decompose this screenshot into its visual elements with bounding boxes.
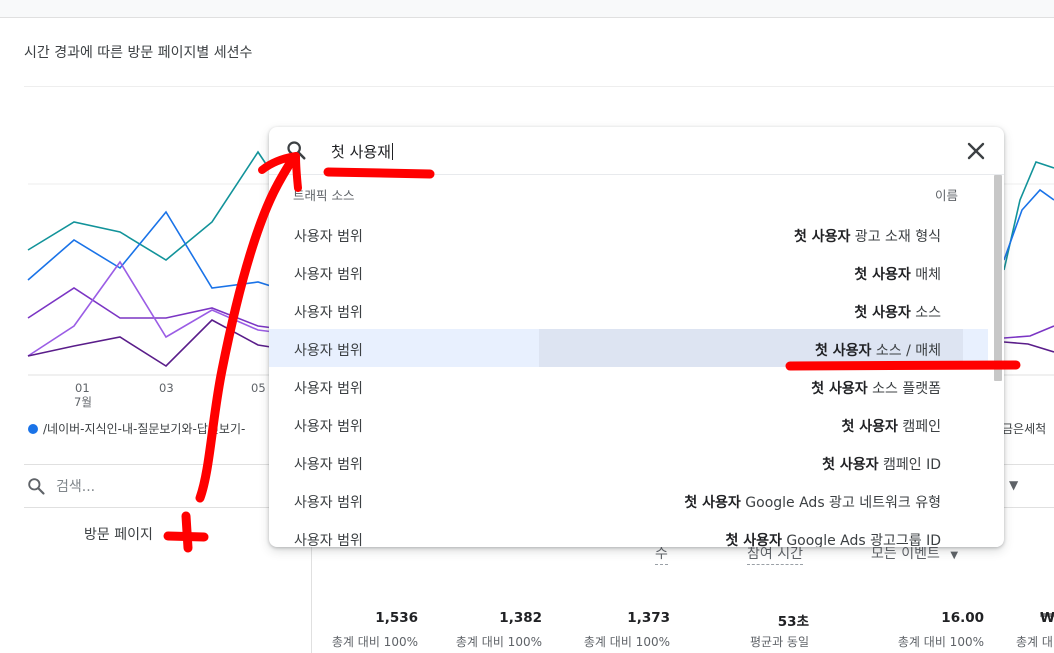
total-sub: 총계 대비 100% [897, 635, 984, 649]
option-category: 사용자 범위 [294, 419, 363, 435]
x-tick-label: 01 [75, 381, 90, 395]
option-category: 사용자 범위 [294, 495, 363, 511]
option-name: 첫 사용자 소스 플랫폼 [811, 381, 941, 397]
option-name: 첫 사용자 매체 [854, 267, 941, 283]
chart-legend[interactable]: /네이버-지식인-내-질문보기와-답변보기- [28, 420, 245, 437]
metric-header-label: 모든 이벤트 [871, 546, 940, 562]
option-name: 첫 사용자 캠페인 [841, 419, 942, 435]
legend-label-right: 금은세척 [1002, 422, 1047, 436]
table-search-input[interactable]: 검색... [56, 476, 95, 496]
total-sub: 총계 대비 100% [331, 635, 418, 649]
option-category: 사용자 범위 [294, 343, 363, 359]
dropdown-option[interactable]: 사용자 범위 첫 사용자 Google Ads 광고그룹 ID [269, 519, 988, 547]
dropdown-option[interactable]: 사용자 범위 첫 사용자 매체 [269, 253, 988, 291]
dropdown-option[interactable]: 사용자 범위 첫 사용자 Google Ads 광고 네트워크 유형 [269, 481, 988, 519]
series-line-3 [27, 287, 291, 331]
dimension-search-dropdown: 첫 사용재 트래픽 소스 이름 사용자 범위 첫 사용자 광고 소재 형식 사용자… [269, 127, 1004, 547]
total-value: 1,373 [627, 610, 670, 626]
series-line-right-3 [1003, 325, 1054, 339]
dropdown-option[interactable]: 사용자 범위 첫 사용자 광고 소재 형식 [269, 215, 988, 253]
annotation-plus-mark [181, 511, 193, 553]
dropdown-option-highlighted[interactable]: 사용자 범위 첫 사용자 소스 / 매체 [269, 329, 988, 367]
dropdown-scrollbar[interactable] [993, 175, 1003, 547]
x-tick-label: 05 [251, 381, 266, 395]
dropdown-search-input[interactable]: 첫 사용재 [331, 141, 393, 162]
dropdown-column-header: 트래픽 소스 이름 [269, 179, 987, 207]
total-value: 53초 [777, 614, 809, 630]
series-line-1 [27, 150, 291, 261]
option-name: 첫 사용자 Google Ads 광고그룹 ID [725, 533, 941, 547]
option-name: 첫 사용자 소스 [854, 305, 941, 321]
option-name: 첫 사용자 광고 소재 형식 [793, 229, 941, 245]
dropdown-option[interactable]: 사용자 범위 첫 사용자 소스 [269, 291, 988, 329]
total-value: 16.00 [941, 610, 984, 626]
chevron-down-icon[interactable]: ▼ [1009, 478, 1018, 492]
option-category: 사용자 범위 [294, 229, 363, 245]
option-name: 첫 사용자 Google Ads 광고 네트워크 유형 [684, 495, 941, 511]
annotation-plus-mark [163, 531, 209, 542]
total-sub: 총계 대 [1016, 635, 1053, 649]
chevron-down-icon: ▼ [950, 550, 959, 561]
dropdown-option[interactable]: 사용자 범위 첫 사용자 소스 플랫폼 [269, 367, 988, 405]
search-query: 첫 사용재 [331, 143, 391, 161]
x-tick-label: 03 [159, 381, 174, 395]
text-cursor [391, 143, 393, 160]
option-category: 사용자 범위 [294, 305, 363, 321]
column-header-category: 트래픽 소스 [293, 188, 355, 203]
option-category: 사용자 범위 [294, 381, 363, 397]
option-category: 사용자 범위 [294, 533, 363, 547]
option-name: 첫 사용자 소스 / 매체 [815, 343, 941, 359]
total-sub: 총계 대비 100% [583, 635, 670, 649]
close-icon[interactable] [964, 139, 988, 163]
column-header-name: 이름 [935, 188, 959, 203]
total-sub: 평균과 동일 [749, 635, 809, 649]
option-category: 사용자 범위 [294, 267, 363, 283]
x-month-label: 7월 [74, 395, 92, 409]
total-sub: 총계 대비 100% [455, 635, 542, 649]
series-line-right-2 [1003, 188, 1054, 261]
table-search-box[interactable]: 검색... [26, 474, 95, 498]
dropdown-option[interactable]: 사용자 범위 첫 사용자 캠페인 [269, 405, 988, 443]
card-title: 시간 경과에 따른 방문 페이지별 세션수 [24, 45, 253, 61]
legend-label: /네이버-지식인-내-질문보기와-답변보기- [43, 422, 246, 436]
dropdown-search-bar: 첫 사용재 [269, 127, 1004, 175]
series-line-right-4 [1003, 341, 1054, 353]
option-category: 사용자 범위 [294, 457, 363, 473]
option-name: 첫 사용자 캠페인 ID [822, 457, 941, 473]
divider [24, 86, 1054, 87]
dropdown-option[interactable]: 사용자 범위 첫 사용자 캠페인 ID [269, 443, 988, 481]
total-value: 1,536 [375, 610, 418, 626]
top-band [0, 0, 1054, 18]
search-icon [28, 478, 45, 495]
series-line-right-1 [1003, 161, 1054, 271]
scrollbar-thumb[interactable] [994, 175, 1002, 381]
search-icon [287, 141, 306, 160]
dimension-header[interactable]: 방문 페이지 [84, 524, 153, 544]
dropdown-options-list: 사용자 범위 첫 사용자 광고 소재 형식 사용자 범위 첫 사용자 매체 사용자 … [269, 215, 988, 547]
series-line-2 [27, 210, 291, 293]
total-value: ₩ [1040, 610, 1054, 626]
analytics-page: 시간 경과에 따른 방문 페이지별 세션수 01 03 05 7월 /네이버-지… [0, 0, 1054, 653]
legend-dot-icon [28, 424, 38, 434]
total-value: 1,382 [499, 610, 542, 626]
